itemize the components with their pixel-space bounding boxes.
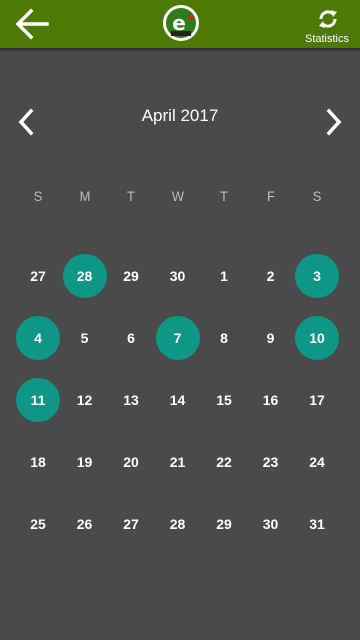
calendar-day[interactable]: 16: [249, 378, 293, 422]
calendar-day[interactable]: 31: [295, 502, 339, 546]
calendar-day[interactable]: 15: [202, 378, 246, 422]
calendar-day-highlighted[interactable]: 10: [295, 316, 339, 360]
calendar-day[interactable]: 26: [63, 502, 107, 546]
calendar-day[interactable]: 19: [63, 440, 107, 484]
app-bar: e Statistics: [0, 0, 360, 48]
calendar-day[interactable]: 20: [109, 440, 153, 484]
calendar-day[interactable]: 23: [249, 440, 293, 484]
weekday-label: T: [127, 188, 135, 204]
calendar-day[interactable]: 25: [16, 502, 60, 546]
arrow-left-icon: [15, 8, 49, 40]
weekday-header: SMTWTFS: [14, 188, 344, 212]
calendar-day[interactable]: 28: [156, 502, 200, 546]
calendar-day[interactable]: 24: [295, 440, 339, 484]
calendar-day[interactable]: 1: [202, 254, 246, 298]
weekday-label: F: [266, 188, 275, 204]
calendar-day-highlighted[interactable]: 11: [16, 378, 60, 422]
calendar-day[interactable]: 2: [249, 254, 293, 298]
chevron-right-icon: [326, 108, 342, 136]
calendar-day[interactable]: 30: [156, 254, 200, 298]
calendar-day[interactable]: 17: [295, 378, 339, 422]
weekday-label: S: [312, 188, 322, 204]
calendar-day[interactable]: 5: [63, 316, 107, 360]
weekday-label: M: [79, 188, 90, 204]
calendar-day-highlighted[interactable]: 28: [62, 254, 107, 298]
app-logo-icon: e: [163, 5, 199, 41]
back-button[interactable]: [14, 8, 50, 40]
calendar-day[interactable]: 27: [109, 502, 153, 546]
next-month-button[interactable]: [322, 108, 344, 136]
weekday-label: S: [33, 188, 43, 204]
calendar-day[interactable]: 22: [202, 440, 246, 484]
calendar-day[interactable]: 27: [16, 254, 60, 298]
calendar-day-highlighted[interactable]: 7: [155, 316, 200, 360]
calendar-grid: 27 28 29 30 1 2 3 4 5 6 7 8 9 10 11 12 13 14 15 16 17 18 19 20 2…: [14, 254, 344, 554]
month-title: April 2017: [141, 106, 219, 125]
calendar-day[interactable]: 30: [249, 502, 293, 546]
calendar-day[interactable]: 14: [156, 378, 200, 422]
app-logo: e: [162, 4, 200, 42]
calendar-day[interactable]: 9: [249, 316, 293, 360]
calendar-day[interactable]: 12: [63, 378, 107, 422]
calendar-day[interactable]: 18: [16, 440, 60, 484]
statistics-label: Statistics: [304, 33, 349, 45]
weekday-label: W: [171, 188, 184, 204]
calendar-day[interactable]: 29: [109, 254, 153, 298]
refresh-icon: [319, 10, 337, 28]
calendar-day[interactable]: 13: [109, 378, 153, 422]
calendar-day[interactable]: 6: [109, 316, 153, 360]
month-navigation: April 2017: [0, 96, 360, 146]
calendar-day[interactable]: 8: [202, 316, 246, 360]
calendar-day[interactable]: 29: [202, 502, 246, 546]
calendar-day-highlighted[interactable]: 3: [295, 254, 339, 298]
weekday-label: T: [220, 188, 228, 204]
calendar-day-highlighted[interactable]: 4: [16, 316, 60, 360]
statistics-button[interactable]: Statistics: [304, 6, 352, 46]
calendar-day[interactable]: 21: [156, 440, 200, 484]
